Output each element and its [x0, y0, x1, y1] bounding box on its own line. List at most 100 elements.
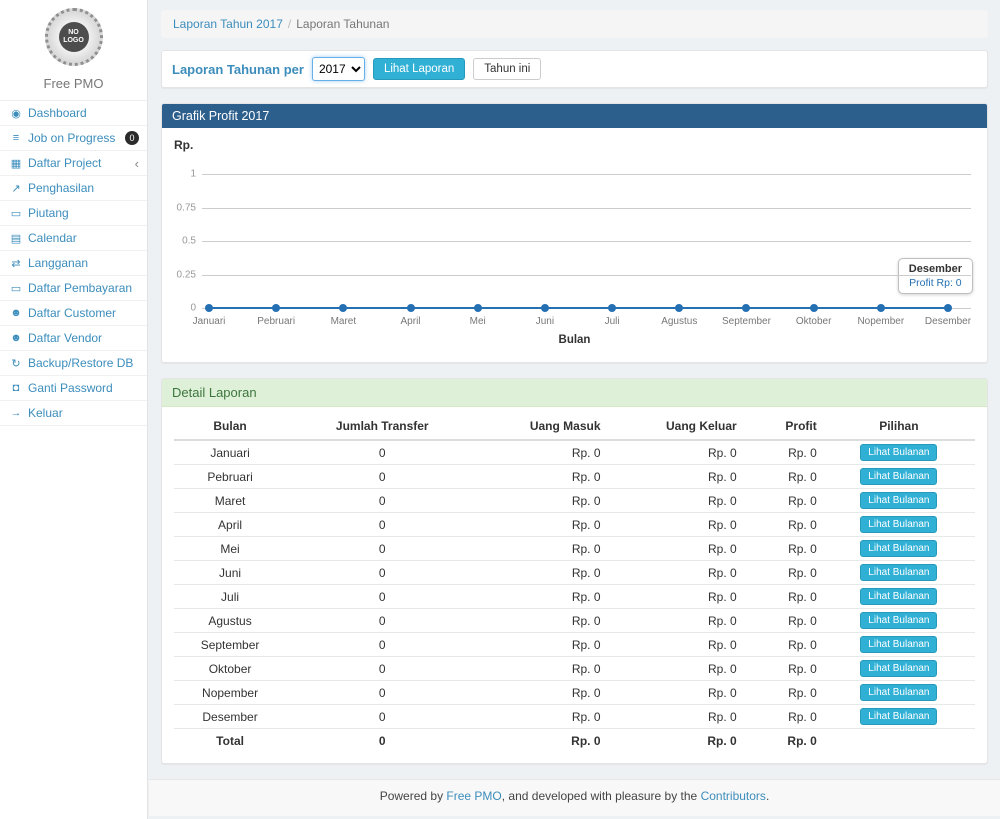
lihat-bulanan-button[interactable]: Lihat Bulanan: [860, 564, 937, 581]
col-header-jumlah-transfer: Jumlah Transfer: [286, 413, 478, 440]
uang-keluar-cell: Rp. 0: [607, 561, 743, 585]
tahun-ini-button[interactable]: Tahun ini: [473, 58, 541, 80]
lihat-bulanan-button[interactable]: Lihat Bulanan: [860, 516, 937, 533]
sidebar-item-penghasilan[interactable]: ↗Penghasilan: [0, 176, 147, 201]
sidebar-item-ganti-password[interactable]: ◘Ganti Password: [0, 376, 147, 401]
x-axis-tick-label: Nopember: [846, 316, 916, 327]
lihat-laporan-button[interactable]: Lihat Laporan: [373, 58, 465, 80]
sidebar-item-calendar[interactable]: ▤Calendar: [0, 226, 147, 251]
data-point-pebruari[interactable]: [272, 304, 280, 312]
sidebar-item-langganan[interactable]: ⇄Langganan: [0, 251, 147, 276]
lihat-bulanan-button[interactable]: Lihat Bulanan: [860, 492, 937, 509]
profit-chart-body: Rp. Bulan Desember Profit Rp: 0 00.250.5…: [162, 128, 987, 362]
year-select[interactable]: 2017: [312, 57, 365, 81]
lihat-bulanan-button[interactable]: Lihat Bulanan: [860, 540, 937, 557]
uang-masuk-cell: Rp. 0: [478, 465, 606, 489]
jumlah-transfer-cell: 0: [286, 489, 478, 513]
lihat-bulanan-button[interactable]: Lihat Bulanan: [860, 660, 937, 677]
chart-tooltip-title: Desember: [909, 263, 962, 275]
profit-cell: Rp. 0: [743, 561, 823, 585]
table-row: Maret0Rp. 0Rp. 0Rp. 0Lihat Bulanan: [174, 489, 975, 513]
data-point-maret[interactable]: [339, 304, 347, 312]
uang-masuk-cell: Rp. 0: [478, 609, 606, 633]
total-uang-keluar-cell: Rp. 0: [607, 729, 743, 753]
data-point-agustus[interactable]: [675, 304, 683, 312]
y-axis-tick-label: 0.25: [164, 269, 196, 280]
bulan-cell: Nopember: [174, 681, 286, 705]
sidebar-item-daftar-customer[interactable]: ☻Daftar Customer: [0, 301, 147, 326]
data-point-nopember[interactable]: [877, 304, 885, 312]
data-point-oktober[interactable]: [810, 304, 818, 312]
dashboard-icon: ◉: [8, 107, 24, 120]
lihat-bulanan-button[interactable]: Lihat Bulanan: [860, 636, 937, 653]
sidebar-item-label: Backup/Restore DB: [28, 356, 139, 370]
uang-masuk-cell: Rp. 0: [478, 657, 606, 681]
credit-card-icon: ▭: [8, 207, 24, 220]
sidebar-item-daftar-pembayaran[interactable]: ▭Daftar Pembayaran: [0, 276, 147, 301]
profit-cell: Rp. 0: [743, 513, 823, 537]
table-row: Juli0Rp. 0Rp. 0Rp. 0Lihat Bulanan: [174, 585, 975, 609]
bulan-cell: Juli: [174, 585, 286, 609]
data-point-juli[interactable]: [608, 304, 616, 312]
uang-keluar-cell: Rp. 0: [607, 537, 743, 561]
profit-cell: Rp. 0: [743, 609, 823, 633]
sidebar-item-label: Keluar: [28, 406, 139, 420]
uang-keluar-cell: Rp. 0: [607, 489, 743, 513]
data-point-juni[interactable]: [541, 304, 549, 312]
data-point-september[interactable]: [742, 304, 750, 312]
breadcrumb-link-laporan-tahun[interactable]: Laporan Tahun 2017: [173, 17, 283, 31]
contributors-link[interactable]: Contributors: [701, 789, 766, 803]
profit-cell: Rp. 0: [743, 489, 823, 513]
tasks-icon: ≡: [8, 132, 24, 144]
profit-line-segment: [209, 307, 276, 309]
lihat-bulanan-button[interactable]: Lihat Bulanan: [860, 684, 937, 701]
lihat-bulanan-button[interactable]: Lihat Bulanan: [860, 588, 937, 605]
uang-masuk-cell: Rp. 0: [478, 513, 606, 537]
lihat-bulanan-button[interactable]: Lihat Bulanan: [860, 444, 937, 461]
table-row: Nopember0Rp. 0Rp. 0Rp. 0Lihat Bulanan: [174, 681, 975, 705]
profit-line-segment: [411, 307, 478, 309]
pilihan-cell: Lihat Bulanan: [823, 537, 975, 561]
uang-masuk-cell: Rp. 0: [478, 681, 606, 705]
pilihan-cell: Lihat Bulanan: [823, 585, 975, 609]
uang-masuk-cell: Rp. 0: [478, 489, 606, 513]
jumlah-transfer-cell: 0: [286, 440, 478, 465]
chart-gridline: [202, 174, 971, 175]
uang-keluar-cell: Rp. 0: [607, 465, 743, 489]
sidebar-item-piutang[interactable]: ▭Piutang: [0, 201, 147, 226]
jumlah-transfer-cell: 0: [286, 633, 478, 657]
profit-cell: Rp. 0: [743, 465, 823, 489]
uang-keluar-cell: Rp. 0: [607, 681, 743, 705]
bulan-cell: Desember: [174, 705, 286, 729]
profit-cell: Rp. 0: [743, 657, 823, 681]
y-axis-tick-label: 0.75: [164, 202, 196, 213]
col-header-uang-keluar: Uang Keluar: [607, 413, 743, 440]
pilihan-cell: Lihat Bulanan: [823, 489, 975, 513]
profit-line-segment: [746, 307, 813, 309]
lihat-bulanan-button[interactable]: Lihat Bulanan: [860, 708, 937, 725]
data-point-desember[interactable]: [944, 304, 952, 312]
sidebar-item-daftar-project[interactable]: ▦Daftar Project‹: [0, 151, 147, 176]
data-point-januari[interactable]: [205, 304, 213, 312]
lihat-bulanan-button[interactable]: Lihat Bulanan: [860, 468, 937, 485]
profit-line-segment: [545, 307, 612, 309]
page-footer: Powered by Free PMO, and developed with …: [149, 779, 1000, 816]
uang-masuk-cell: Rp. 0: [478, 585, 606, 609]
lihat-bulanan-button[interactable]: Lihat Bulanan: [860, 612, 937, 629]
x-axis-tick-label: Juni: [510, 316, 580, 327]
table-header-row: Bulan Jumlah Transfer Uang Masuk Uang Ke…: [174, 413, 975, 440]
bulan-cell: Mei: [174, 537, 286, 561]
sidebar-item-daftar-vendor[interactable]: ☻Daftar Vendor: [0, 326, 147, 351]
sidebar-item-label: Daftar Project: [28, 156, 135, 170]
sidebar-item-job-on-progress[interactable]: ≡Job on Progress0: [0, 126, 147, 151]
free-pmo-link[interactable]: Free PMO: [446, 789, 501, 803]
x-axis-tick-label: September: [711, 316, 781, 327]
data-point-april[interactable]: [407, 304, 415, 312]
data-point-mei[interactable]: [474, 304, 482, 312]
sidebar-item-backup-restore-db[interactable]: ↻Backup/Restore DB: [0, 351, 147, 376]
detail-laporan-panel: Detail Laporan Bulan Jumlah Transfer Uan…: [161, 378, 988, 764]
sidebar-item-keluar[interactable]: →Keluar: [0, 401, 147, 426]
chart-panel-title: Grafik Profit 2017: [162, 104, 987, 128]
detail-panel-title: Detail Laporan: [162, 379, 987, 407]
sidebar-item-dashboard[interactable]: ◉Dashboard: [0, 101, 147, 126]
